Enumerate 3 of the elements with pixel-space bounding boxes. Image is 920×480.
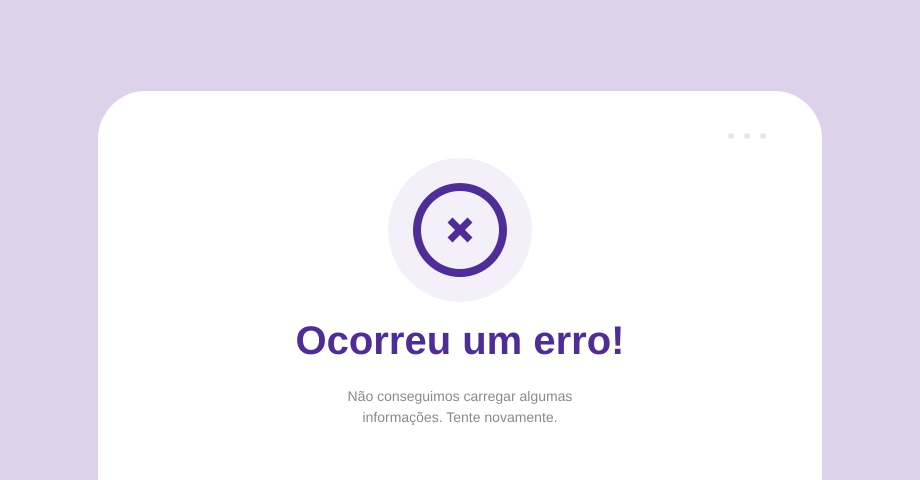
error-message: Não conseguimos carregar algumas informações. Tente novamente. [346, 387, 574, 427]
error-title: Ocorreu um erro! [296, 318, 624, 364]
close-circle-icon [412, 182, 508, 278]
